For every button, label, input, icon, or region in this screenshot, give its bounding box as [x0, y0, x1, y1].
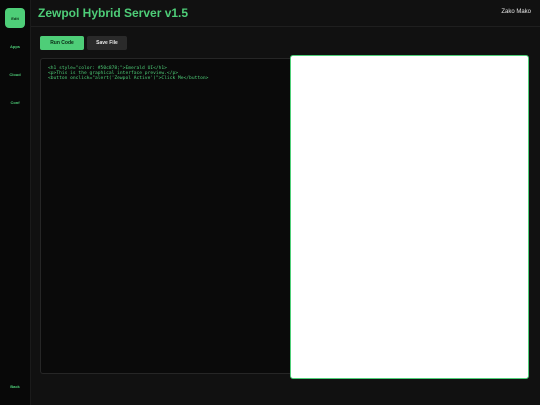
- sidebar-item-back[interactable]: Back: [0, 384, 30, 389]
- sidebar-item-cloud[interactable]: Cloud: [0, 72, 30, 77]
- header: Zewpol Hybrid Server v1.5 Zako Mako: [31, 0, 540, 27]
- user-name[interactable]: Zako Mako: [501, 9, 531, 15]
- preview-pane: [290, 55, 529, 379]
- run-code-button[interactable]: Run Code: [40, 36, 84, 50]
- sidebar: Edit Apps Cloud Conf Back: [0, 0, 31, 405]
- code-line: <button onclick="alert('Zewpol Active')"…: [48, 76, 209, 82]
- save-file-button[interactable]: Save File: [87, 36, 127, 50]
- app-window: Edit Apps Cloud Conf Back Zewpol Hybrid …: [0, 0, 540, 405]
- sidebar-item-apps[interactable]: Apps: [0, 44, 30, 49]
- code-editor[interactable]: <h1 style="color: #50c878;">Emerald UI</…: [40, 58, 291, 374]
- app-title: Zewpol Hybrid Server v1.5: [38, 6, 189, 20]
- sidebar-item-edit[interactable]: Edit: [5, 8, 25, 28]
- sidebar-item-conf[interactable]: Conf: [0, 100, 30, 105]
